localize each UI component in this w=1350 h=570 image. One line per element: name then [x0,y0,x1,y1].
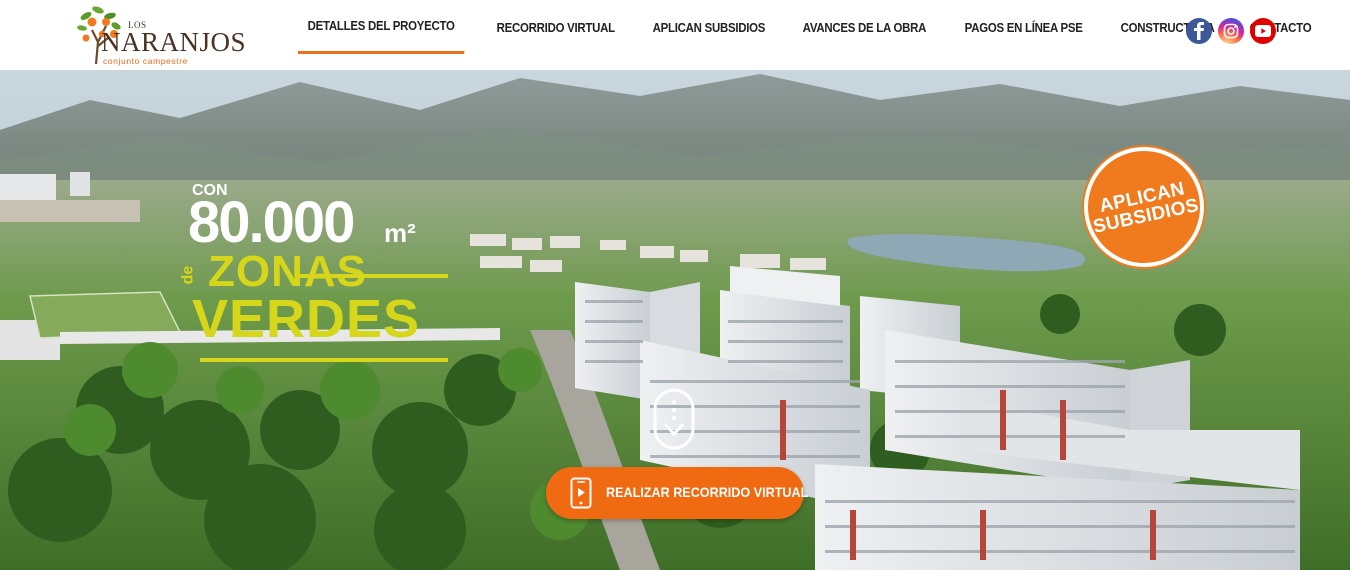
site-header: LOS NARANJOS conjunto campestre DETALLES… [0,0,1350,70]
hero-banner: CON 80.000 m² de ZONAS VERDES APLICAN SU… [0,70,1350,570]
green-areas-promo: CON 80.000 m² de ZONAS VERDES [179,178,460,368]
promo-connector: de [179,265,197,285]
nav-item-recorrido[interactable]: RECORRIDO VIRTUAL [487,0,625,54]
logo-tagline-text: conjunto campestre [103,56,188,66]
logo-name-text: NARANJOS [101,27,247,57]
virtual-tour-button[interactable]: REALIZAR RECORRIDO VIRTUAL [546,467,808,519]
virtual-tour-label: REALIZAR RECORRIDO VIRTUAL [606,484,809,500]
scroll-down-icon[interactable] [652,388,696,456]
promo-underline-bottom [200,358,448,362]
promo-line-verdes: VERDES [192,289,421,349]
instagram-icon[interactable] [1218,18,1244,44]
nav-item-subsidios[interactable]: APLICAN SUBSIDIOS [643,0,775,54]
promo-unit: m² [384,218,416,248]
social-links [1186,18,1276,44]
main-nav: DETALLES DEL PROYECTO RECORRIDO VIRTUAL … [298,0,1332,70]
nav-item-avances[interactable]: AVANCES DE LA OBRA [793,0,936,54]
facebook-icon[interactable] [1186,18,1212,44]
youtube-icon[interactable] [1250,18,1276,44]
phone-play-icon [570,477,592,509]
promo-number: 80.000 [188,190,355,255]
brand-logo[interactable]: LOS NARANJOS conjunto campestre [76,2,246,66]
promo-underline-top [300,274,448,278]
nav-item-pagos[interactable]: PAGOS EN LÍNEA PSE [955,0,1092,54]
promo-line-zonas: ZONAS [208,247,367,296]
nav-item-detalles[interactable]: DETALLES DEL PROYECTO [298,0,465,54]
